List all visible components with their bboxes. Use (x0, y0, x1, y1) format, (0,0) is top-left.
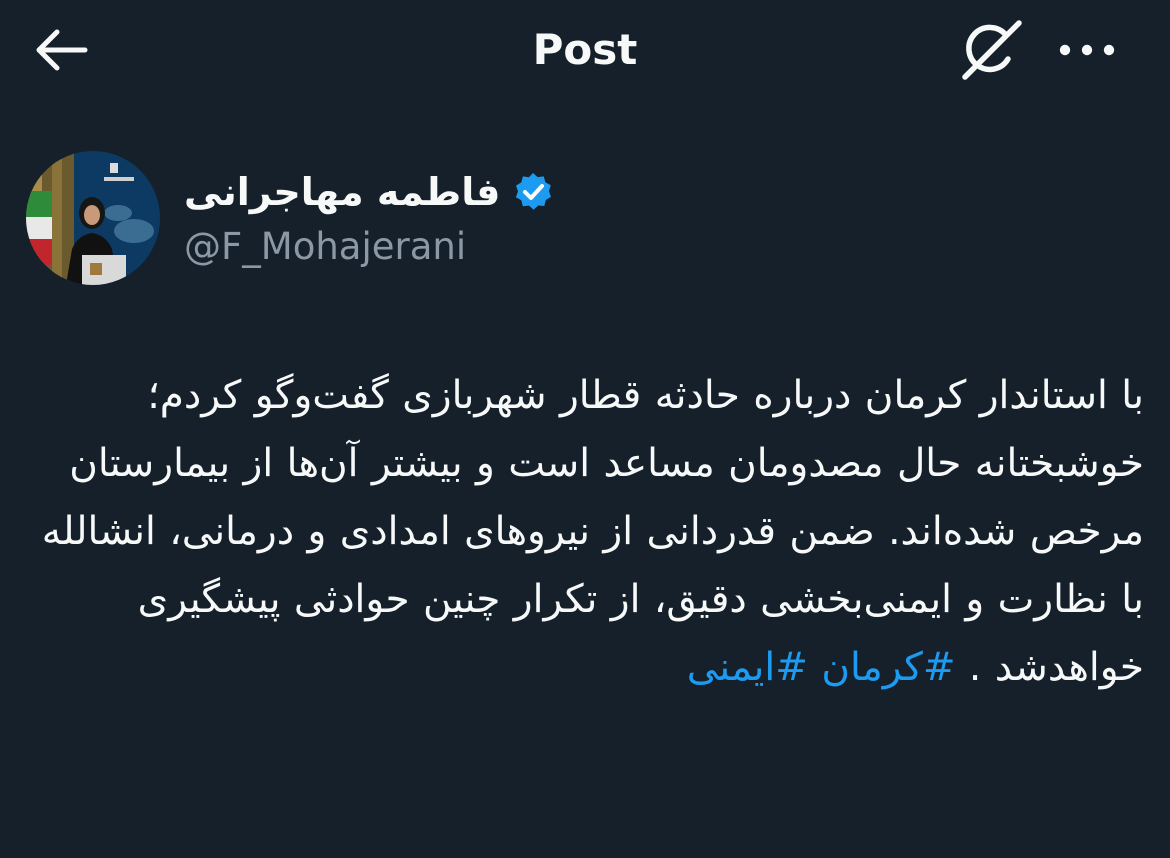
author-name[interactable]: فاطمه مهاجرانی (184, 164, 554, 220)
grok-icon (962, 20, 1022, 80)
hashtag-kerman[interactable]: #کرمان (821, 645, 955, 690)
verified-badge-icon (516, 173, 552, 210)
avatar[interactable] (26, 151, 160, 285)
top-bar: Post (0, 0, 1170, 100)
hashtag-imeni[interactable]: #ایمنی (687, 645, 808, 690)
tweet-text-content: با استاندار کرمان درباره حادثه قطار شهرب… (41, 373, 1144, 690)
author-handle[interactable]: @F_Mohajerani (184, 222, 466, 272)
more-options-button[interactable] (1052, 24, 1122, 76)
arrow-left-icon (36, 29, 88, 71)
avatar-photo (26, 151, 160, 285)
author-display-name: فاطمه مهاجرانی (184, 170, 501, 214)
tweet-text: با استاندار کرمان درباره حادثه قطار شهرب… (36, 362, 1144, 702)
grok-button[interactable] (952, 14, 1032, 86)
more-horizontal-icon (1059, 44, 1115, 56)
back-button[interactable] (28, 20, 94, 80)
